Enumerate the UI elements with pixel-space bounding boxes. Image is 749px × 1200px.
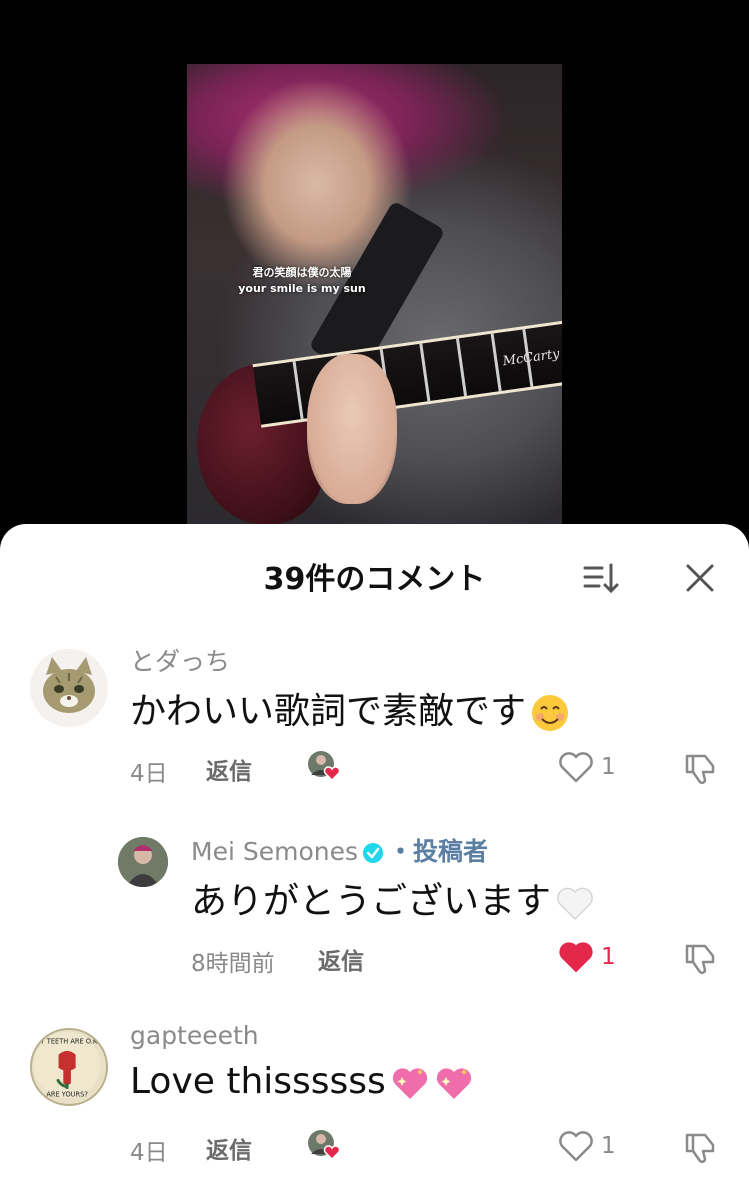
comment-text: Love thissssss bbox=[130, 1061, 474, 1103]
comments-count-title: 39件のコメント bbox=[263, 562, 486, 597]
reply-button[interactable]: 返信 bbox=[206, 1131, 252, 1165]
svg-text:ARE YOURS?: ARE YOURS? bbox=[46, 1090, 88, 1098]
comments-header: 39件のコメント bbox=[0, 524, 749, 624]
hand bbox=[307, 354, 397, 504]
like-count: 1 bbox=[601, 1133, 616, 1159]
dislike-icon[interactable] bbox=[683, 1129, 719, 1165]
tooth-badge-avatar-icon: MY TEETH ARE O.K. ARE YOURS? bbox=[33, 1031, 101, 1098]
creator-liked-icon bbox=[308, 751, 341, 782]
creator-liked-icon bbox=[308, 1130, 341, 1161]
avatar[interactable]: MY TEETH ARE O.K. ARE YOURS? bbox=[30, 1028, 108, 1106]
comment-time: 4日 bbox=[130, 1140, 168, 1166]
dislike-icon[interactable] bbox=[683, 750, 719, 786]
comment-username[interactable]: gapteeeth bbox=[130, 1021, 259, 1050]
avatar[interactable] bbox=[118, 837, 168, 887]
like-count: 1 bbox=[601, 754, 616, 780]
sort-descending-icon[interactable] bbox=[582, 560, 620, 596]
smiling-face-emoji-icon bbox=[532, 695, 569, 731]
creator-avatar-icon bbox=[118, 837, 168, 887]
like-count: 1 bbox=[601, 944, 616, 970]
cat-avatar-icon bbox=[43, 657, 95, 713]
reply-button[interactable]: 返信 bbox=[318, 942, 364, 976]
sparkling-heart-emoji-icon bbox=[392, 1068, 427, 1099]
comment-username[interactable]: とダっち bbox=[130, 642, 230, 678]
like-button[interactable]: 1 bbox=[557, 940, 616, 974]
reply-text-content: ありがとうございます bbox=[191, 881, 552, 922]
video-subtitle: 君の笑顔は僕の太陽 your smile is my sun bbox=[187, 264, 417, 295]
comment-text-content: Love thissssss bbox=[130, 1061, 386, 1102]
reply-username-line: Mei Semones ・投稿者 bbox=[191, 832, 488, 868]
like-button[interactable]: 1 bbox=[557, 1129, 616, 1163]
sparkling-heart-emoji-icon bbox=[436, 1068, 471, 1099]
heart-outline-icon bbox=[559, 1131, 593, 1162]
close-icon[interactable] bbox=[684, 562, 716, 594]
comments-sheet: 39件のコメント とダっち かわいい歌詞で素敵です 4日 返信 1 Mei Se… bbox=[0, 524, 749, 1200]
reply-username[interactable]: Mei Semones bbox=[191, 837, 358, 866]
creator-badge: ・投稿者 bbox=[388, 837, 489, 866]
video-player[interactable]: McCarty 59 君の笑顔は僕の太陽 your smile is my su… bbox=[187, 64, 562, 534]
like-button[interactable]: 1 bbox=[557, 750, 616, 784]
heart-filled-icon bbox=[559, 942, 593, 972]
reply-time: 8時間前 bbox=[191, 951, 275, 977]
dislike-icon[interactable] bbox=[683, 940, 719, 976]
subtitle-japanese: 君の笑顔は僕の太陽 bbox=[252, 266, 352, 279]
comment-time: 4日 bbox=[130, 761, 168, 787]
subtitle-english: your smile is my sun bbox=[238, 282, 366, 295]
comment-text: かわいい歌詞で素敵です bbox=[130, 682, 570, 734]
heart-outline-icon bbox=[559, 752, 593, 783]
guitar-neck: McCarty 59 bbox=[252, 318, 562, 428]
white-heart-emoji-icon bbox=[557, 887, 593, 921]
reply-text: ありがとうございます bbox=[191, 872, 595, 924]
svg-text:MY TEETH ARE O.K.: MY TEETH ARE O.K. bbox=[35, 1037, 99, 1045]
guitar-brand-label: McCarty 59 bbox=[501, 344, 562, 370]
comment-text-content: かわいい歌詞で素敵です bbox=[130, 691, 527, 732]
reply-button[interactable]: 返信 bbox=[206, 752, 252, 786]
verified-badge-icon bbox=[363, 843, 383, 863]
avatar[interactable] bbox=[30, 649, 108, 727]
